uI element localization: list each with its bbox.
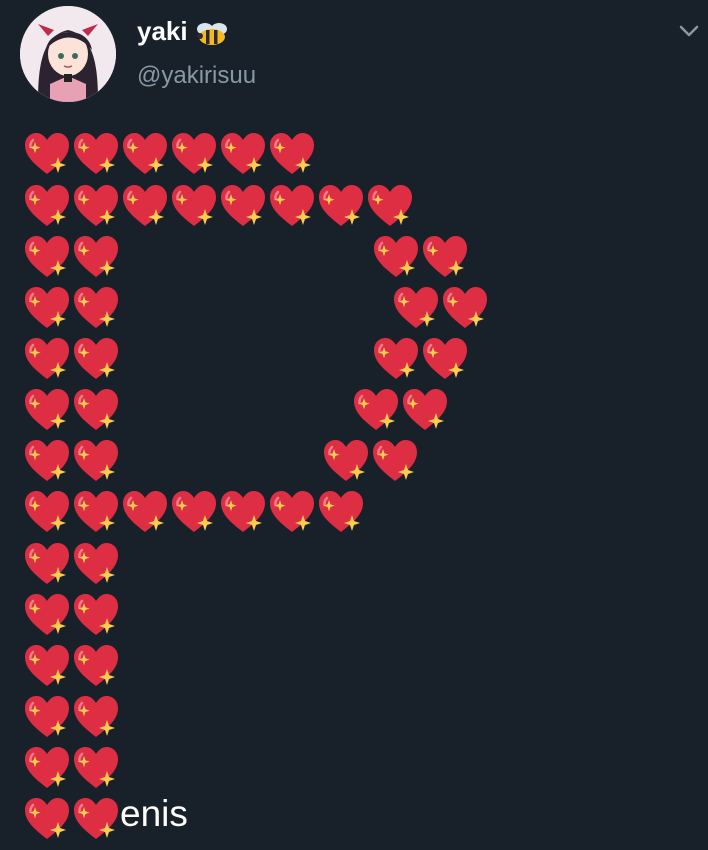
sparkling-heart-icon — [71, 744, 121, 792]
sparkling-heart-icon — [22, 488, 72, 536]
sparkling-heart-icon — [316, 182, 366, 230]
sparkling-heart-icon — [218, 130, 268, 178]
sparkling-heart-icon — [71, 233, 121, 281]
sparkling-heart-icon — [22, 130, 72, 178]
tweet-text-tail: enis — [120, 793, 188, 834]
sparkling-heart-icon — [169, 488, 219, 536]
sparkling-heart-icon — [120, 182, 170, 230]
sparkling-heart-icon — [321, 437, 371, 485]
sparkling-heart-icon — [22, 335, 72, 383]
sparkling-heart-icon — [71, 642, 121, 690]
sparkling-heart-icon — [22, 744, 72, 792]
sparkling-heart-icon — [22, 386, 72, 434]
sparkling-heart-icon — [71, 488, 121, 536]
sparkling-heart-icon — [267, 130, 317, 178]
sparkling-heart-icon — [22, 540, 72, 588]
sparkling-heart-icon — [420, 335, 470, 383]
sparkling-heart-icon — [267, 488, 317, 536]
sparkling-heart-icon — [120, 488, 170, 536]
sparkling-heart-icon — [22, 182, 72, 230]
sparkling-heart-icon — [371, 233, 421, 281]
sparkling-heart-icon — [71, 182, 121, 230]
sparkling-heart-icon — [71, 437, 121, 485]
sparkling-heart-icon — [22, 284, 72, 332]
sparkling-heart-icon — [22, 795, 72, 843]
sparkling-heart-icon — [71, 335, 121, 383]
sparkling-heart-icon — [22, 693, 72, 741]
sparkling-heart-icon — [420, 233, 470, 281]
sparkling-heart-icon — [371, 335, 421, 383]
sparkling-heart-icon — [365, 182, 415, 230]
sparkling-heart-icon — [71, 693, 121, 741]
sparkling-heart-icon — [71, 591, 121, 639]
sparkling-heart-icon — [440, 284, 490, 332]
sparkling-heart-icon — [71, 130, 121, 178]
sparkling-heart-icon — [351, 386, 401, 434]
sparkling-heart-icon — [400, 386, 450, 434]
tweet-card: yaki @yakirisuu enis — [0, 0, 708, 850]
sparkling-heart-icon — [169, 182, 219, 230]
sparkling-heart-icon — [71, 540, 121, 588]
sparkling-heart-icon — [22, 591, 72, 639]
sparkling-heart-icon — [22, 437, 72, 485]
sparkling-heart-icon — [218, 488, 268, 536]
sparkling-heart-icon — [71, 795, 121, 843]
sparkling-heart-icon — [218, 182, 268, 230]
tweet-text: enis — [0, 0, 708, 850]
sparkling-heart-icon — [391, 284, 441, 332]
sparkling-heart-icon — [71, 284, 121, 332]
sparkling-heart-icon — [169, 130, 219, 178]
sparkling-heart-icon — [22, 233, 72, 281]
sparkling-heart-icon — [316, 488, 366, 536]
sparkling-heart-icon — [267, 182, 317, 230]
sparkling-heart-icon — [370, 437, 420, 485]
sparkling-heart-icon — [22, 642, 72, 690]
sparkling-heart-icon — [71, 386, 121, 434]
sparkling-heart-icon — [120, 130, 170, 178]
